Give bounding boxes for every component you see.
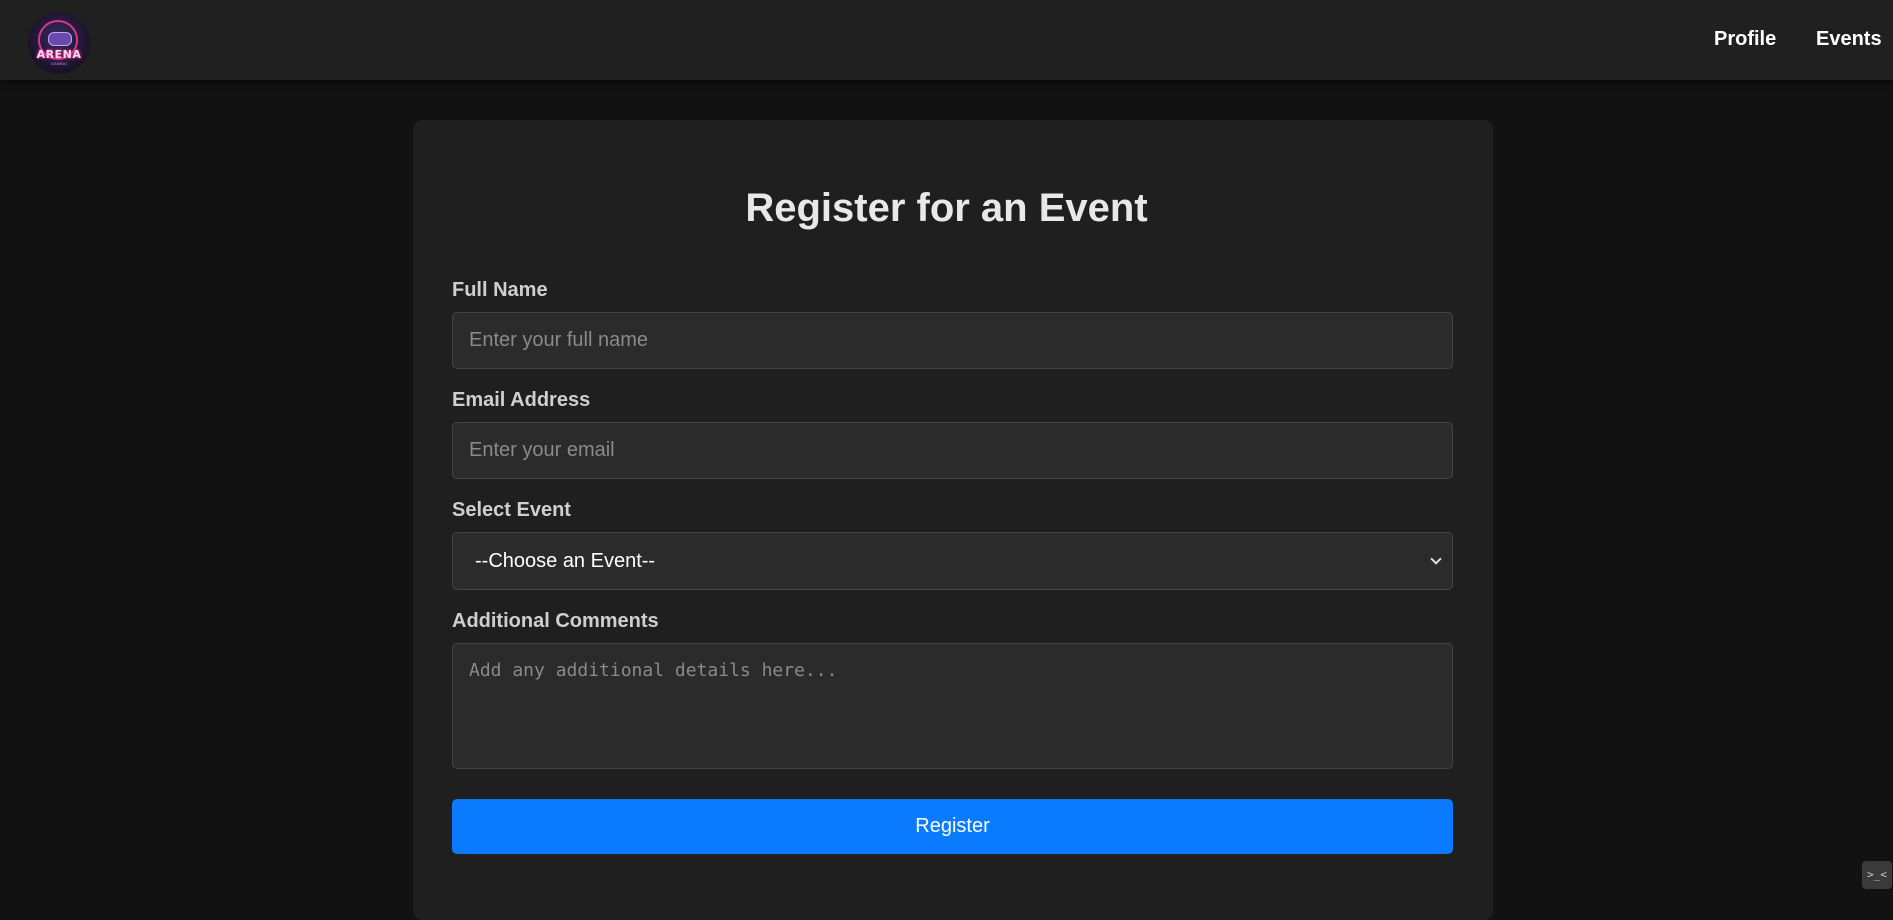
arena-logo-icon[interactable]: ARENA GAMING bbox=[28, 12, 90, 74]
chevron-down-icon bbox=[1430, 553, 1442, 565]
nav-link-events[interactable]: Events bbox=[1816, 28, 1882, 51]
email-label: Email Address bbox=[452, 389, 591, 411]
select-event-label: Select Event bbox=[452, 499, 571, 521]
email-input[interactable] bbox=[452, 422, 1453, 479]
page-title: Register for an Event bbox=[745, 186, 1148, 230]
comments-label: Additional Comments bbox=[452, 610, 659, 632]
nav-link-profile[interactable]: Profile bbox=[1714, 28, 1776, 51]
top-navbar: ARENA GAMING Profile Events bbox=[0, 0, 1893, 80]
register-button[interactable]: Register bbox=[452, 799, 1453, 854]
devtools-widget-icon[interactable]: >_< bbox=[1862, 861, 1892, 889]
comments-textarea[interactable] bbox=[452, 643, 1453, 769]
gamepad-icon bbox=[48, 32, 72, 46]
event-select-value: --Choose an Event-- bbox=[475, 550, 656, 572]
logo-subtext: GAMING bbox=[50, 61, 68, 66]
logo-text: ARENA bbox=[36, 48, 82, 61]
full-name-input[interactable] bbox=[452, 312, 1453, 369]
full-name-label: Full Name bbox=[452, 279, 548, 301]
event-select[interactable]: --Choose an Event-- bbox=[452, 532, 1453, 590]
